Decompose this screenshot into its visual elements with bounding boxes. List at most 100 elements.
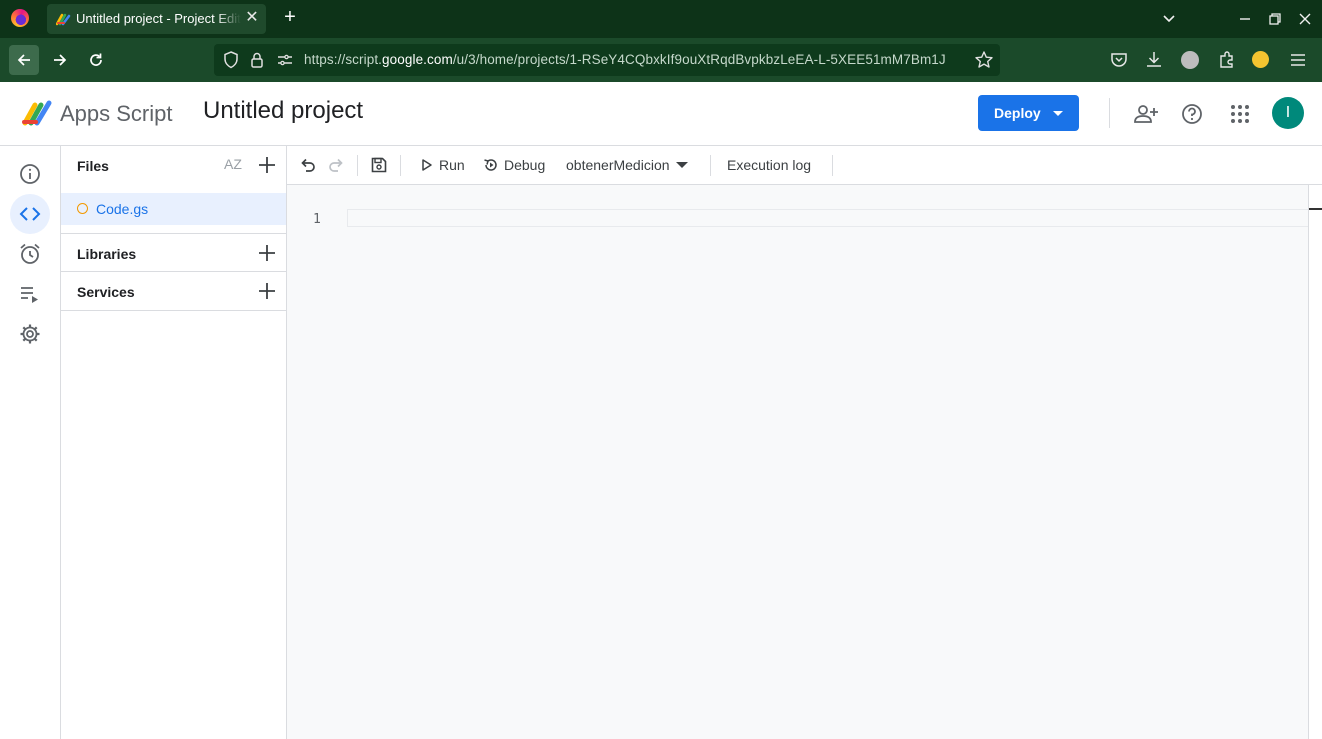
apps-script-favicon-icon (56, 13, 71, 26)
alarm-clock-icon (20, 243, 40, 264)
minimize-window-icon[interactable] (1234, 8, 1256, 30)
url-domain: google.com (382, 52, 453, 67)
url-text[interactable]: https://script.google.com/u/3/home/proje… (304, 52, 964, 67)
arrow-right-icon (54, 54, 67, 66)
firefox-logo-icon[interactable] (11, 9, 29, 27)
debug-label: Debug (504, 157, 546, 173)
executions-list-icon (21, 287, 38, 303)
libraries-label: Libraries (77, 246, 137, 262)
deploy-label: Deploy (994, 105, 1041, 121)
header-divider (1109, 98, 1110, 128)
arrow-left-icon (17, 54, 30, 66)
redo-button[interactable] (327, 146, 345, 184)
services-section[interactable]: Services (61, 272, 286, 311)
toolbar-divider (357, 155, 358, 176)
avatar[interactable]: I (1272, 97, 1304, 129)
browser-tab-bar: Untitled project - Project Editor - Apps… (0, 0, 1322, 38)
forward-button[interactable] (45, 45, 75, 75)
pocket-icon[interactable] (1109, 50, 1129, 70)
undo-icon (301, 158, 315, 172)
apps-grid-icon (1231, 105, 1249, 123)
redo-icon (329, 158, 343, 172)
add-library-icon[interactable] (257, 243, 277, 263)
reload-button[interactable] (81, 45, 111, 75)
add-person-icon (1134, 105, 1158, 123)
editor-scrollbar[interactable] (1308, 185, 1322, 739)
lock-icon[interactable] (250, 51, 264, 69)
help-button[interactable] (1179, 101, 1205, 127)
scrollbar-cursor-marker (1309, 208, 1322, 210)
rail-item-executions[interactable] (10, 274, 50, 314)
url-bar[interactable]: https://script.google.com/u/3/home/proje… (214, 44, 1000, 76)
files-section-header: Files AZ (61, 146, 286, 185)
list-all-tabs-chevron-icon[interactable] (1158, 8, 1180, 30)
execution-log-button[interactable]: Execution log (727, 146, 811, 184)
browser-tab-active[interactable]: Untitled project - Project Editor - Apps… (47, 4, 266, 34)
sort-az-icon[interactable]: AZ (224, 156, 242, 172)
services-label: Services (77, 284, 135, 300)
url-prefix: https://script. (304, 52, 383, 67)
add-file-icon[interactable] (257, 155, 277, 175)
app-name[interactable]: Apps Script (60, 101, 173, 127)
undo-button[interactable] (299, 146, 317, 184)
rail-item-overview[interactable] (10, 154, 50, 194)
deploy-button[interactable]: Deploy (978, 95, 1079, 131)
gear-icon (20, 324, 40, 344)
rail-item-triggers[interactable] (10, 234, 50, 274)
execution-log-label: Execution log (727, 157, 812, 173)
bookmark-star-icon[interactable] (974, 50, 994, 70)
close-window-icon[interactable] (1294, 8, 1316, 30)
line-number: 1 (313, 212, 321, 227)
file-name: Code.gs (96, 201, 149, 217)
browser-nav-bar: https://script.google.com/u/3/home/proje… (0, 38, 1322, 82)
play-icon (422, 159, 432, 171)
files-panel: Files AZ Code.gs Libraries Services (61, 146, 287, 739)
extensions-puzzle-icon[interactable] (1217, 50, 1237, 70)
new-tab-icon[interactable]: + (280, 7, 300, 28)
function-selector-dropdown[interactable]: obtenerMedicion (566, 146, 688, 184)
function-selected-label: obtenerMedicion (566, 157, 670, 173)
url-path: /u/3/home/projects/1-RSeY4CQbxkIf9ouXtRq… (452, 52, 946, 67)
current-line-highlight[interactable] (347, 209, 1322, 227)
close-tab-icon[interactable]: ✕ (243, 9, 261, 27)
downloads-icon[interactable] (1144, 50, 1164, 70)
run-label: Run (439, 157, 465, 173)
permissions-icon[interactable] (276, 52, 294, 68)
toolbar-divider (710, 155, 711, 176)
code-editor[interactable]: 1 (287, 185, 1322, 739)
share-button[interactable] (1133, 101, 1159, 127)
file-list-item[interactable]: Code.gs (61, 193, 286, 225)
google-apps-button[interactable] (1227, 101, 1253, 127)
info-icon (20, 164, 40, 184)
toolbar-divider (400, 155, 401, 176)
project-title[interactable]: Untitled project (203, 97, 363, 125)
add-service-icon[interactable] (257, 281, 277, 301)
save-floppy-icon (371, 157, 387, 173)
code-brackets-icon (19, 207, 41, 221)
save-button[interactable] (370, 146, 388, 184)
shield-icon[interactable] (223, 51, 239, 69)
tab-title: Untitled project - Project Editor - Apps… (76, 11, 241, 26)
reload-icon (90, 53, 102, 66)
run-button[interactable]: Run (420, 146, 465, 184)
back-button[interactable] (9, 45, 39, 75)
apps-script-logo-icon[interactable] (21, 98, 55, 128)
restore-window-icon[interactable] (1264, 8, 1286, 30)
editor-toolbar: Run Debug obtenerMedicion Execution log (287, 146, 1322, 185)
hamburger-menu-icon[interactable] (1288, 50, 1308, 70)
rail-item-settings[interactable] (10, 314, 50, 354)
unsaved-file-indicator-icon (77, 203, 88, 214)
help-icon (1182, 104, 1202, 124)
app-header: Apps Script Untitled project Deploy I (0, 82, 1322, 146)
left-navigation-rail (0, 146, 61, 739)
libraries-section[interactable]: Libraries (61, 233, 286, 272)
debug-icon (484, 159, 497, 171)
rail-item-editor[interactable] (10, 194, 50, 234)
deploy-dropdown-caret-icon[interactable] (1053, 111, 1063, 116)
debug-button[interactable]: Debug (483, 146, 545, 184)
files-label: Files (77, 158, 109, 174)
toolbar-divider (832, 155, 833, 176)
emoji-extension-icon[interactable] (1252, 51, 1269, 68)
account-container-icon[interactable] (1181, 51, 1199, 69)
dropdown-caret-icon (675, 162, 688, 168)
